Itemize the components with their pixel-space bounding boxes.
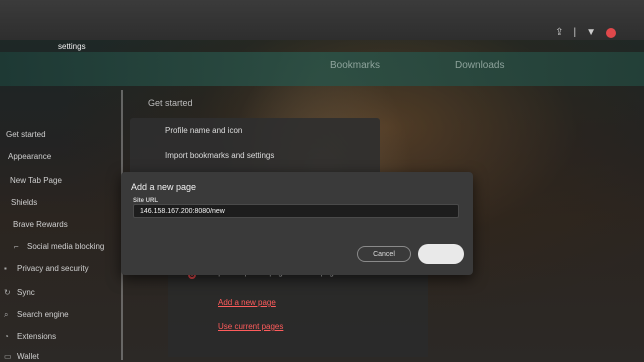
sidebar-item-label: Privacy and security <box>17 264 89 273</box>
sidebar-item-label: Sync <box>17 288 35 297</box>
bookmarks-bar <box>0 52 644 86</box>
downloads-link[interactable]: Downloads <box>455 60 504 71</box>
toolbar-icons: ⇪ | ▼ <box>555 27 616 38</box>
add-page-dialog: Add a new page Site URL Cancel <box>121 172 473 275</box>
sidebar-item-sync[interactable]: ↻ Sync <box>4 288 35 297</box>
sync-icon: ↻ <box>4 288 11 297</box>
sidebar-item-extensions[interactable]: ◔ Extensions <box>4 332 56 341</box>
sidebar-item-appearance[interactable]: Appearance <box>8 152 51 161</box>
cancel-button[interactable]: Cancel <box>357 246 411 262</box>
sidebar-item-label: Social media blocking <box>27 242 105 251</box>
rewards-badge-icon[interactable] <box>606 27 616 38</box>
add-button[interactable] <box>418 244 464 264</box>
wallet-icon: ▭ <box>4 352 12 361</box>
sidebar-item-label: Brave Rewards <box>13 220 68 229</box>
share-icon[interactable]: ⇪ <box>555 27 563 38</box>
add-new-page-link[interactable]: Add a new page <box>218 298 276 307</box>
search-icon: ⌕ <box>4 310 9 319</box>
sidebar-item-shields[interactable]: Shields <box>11 198 37 207</box>
sidebar-item-brave-rewards[interactable]: Brave Rewards <box>13 220 68 229</box>
sidebar-item-search-engine[interactable]: ⌕ Search engine <box>4 310 69 320</box>
bookmarks-link[interactable]: Bookmarks <box>330 60 380 71</box>
import-bookmarks-row[interactable]: Import bookmarks and settings <box>165 151 274 160</box>
profile-name-row[interactable]: Profile name and icon <box>165 126 242 135</box>
sidebar-item-social-media-blocking[interactable]: ⌐ Social media blocking <box>14 242 104 251</box>
brave-shield-icon[interactable]: ▼ <box>586 27 596 38</box>
social-icon: ⌐ <box>14 242 19 251</box>
dialog-title: Add a new page <box>131 182 197 192</box>
sidebar-item-label: Appearance <box>8 152 52 161</box>
sidebar-item-wallet[interactable]: ▭ Wallet <box>4 352 39 361</box>
section-heading: Get started <box>148 98 193 108</box>
sidebar-item-label: New Tab Page <box>10 176 62 185</box>
sidebar-item-get-started[interactable]: Get started <box>6 130 46 139</box>
use-current-pages-link[interactable]: Use current pages <box>218 322 283 331</box>
extensions-icon: ◔ <box>4 332 9 341</box>
sidebar-item-privacy[interactable]: ▪ Privacy and security <box>4 264 89 273</box>
site-url-input[interactable] <box>133 204 459 218</box>
sidebar-item-label: Search engine <box>17 310 69 319</box>
sidebar-item-new-tab-page[interactable]: New Tab Page <box>10 176 62 185</box>
sidebar-item-label: Extensions <box>17 332 57 341</box>
sidebar-item-label: Get started <box>6 130 46 139</box>
browser-top-bar <box>0 0 644 40</box>
divider: | <box>573 27 577 38</box>
sidebar-item-label: Wallet <box>17 352 39 361</box>
lock-icon: ▪ <box>4 264 7 273</box>
sidebar-item-label: Shields <box>11 198 38 207</box>
tab-title[interactable]: settings <box>58 42 86 51</box>
